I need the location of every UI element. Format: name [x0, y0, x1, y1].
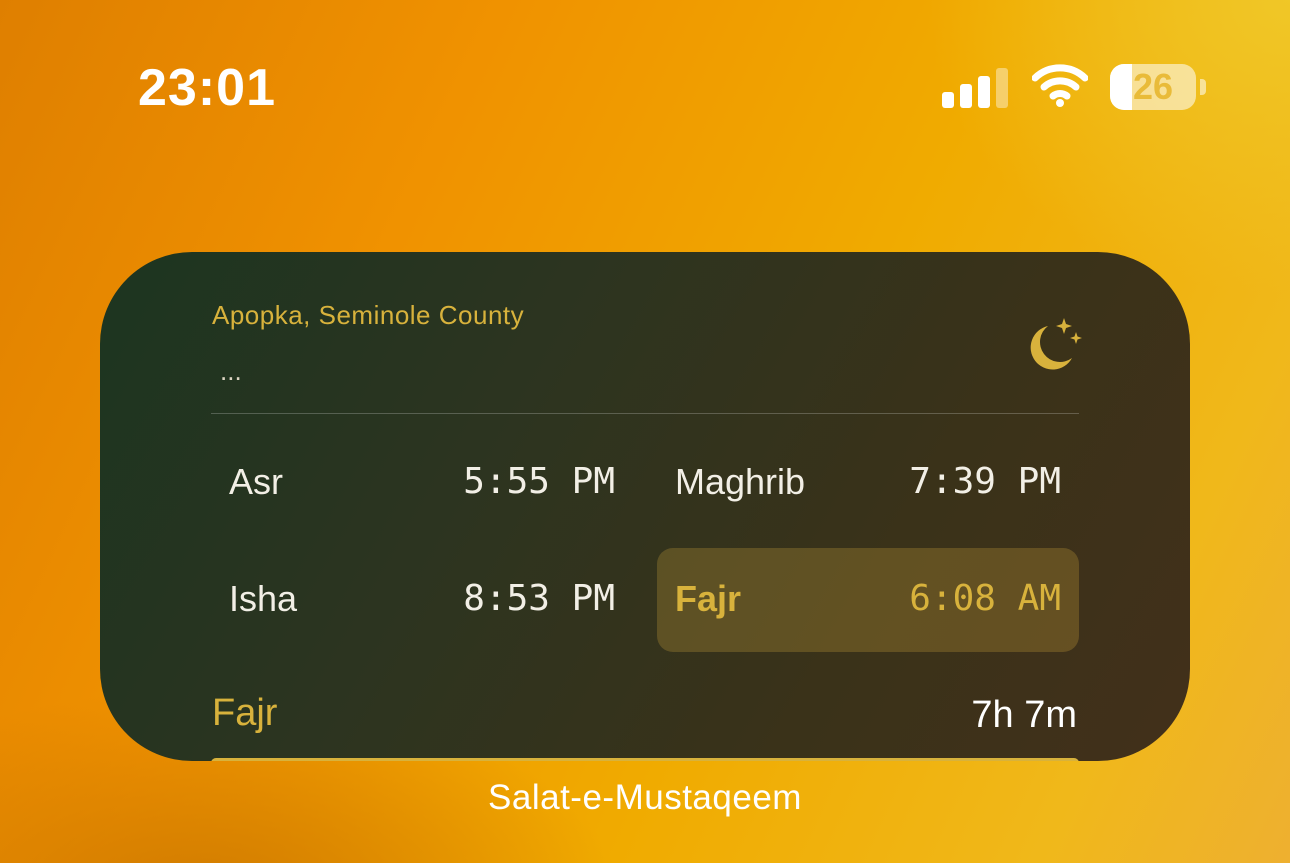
signal-bar — [960, 84, 972, 108]
prayer-name: Fajr — [675, 578, 742, 619]
signal-bar — [942, 92, 954, 108]
divider — [211, 413, 1079, 414]
prayer-cell-maghrib: Maghrib 7:39 PM — [657, 431, 1079, 535]
prayer-name: Isha — [229, 578, 298, 619]
wifi-icon — [1031, 64, 1089, 108]
widget-app-name: Salat-e-Mustaqeem — [488, 778, 802, 817]
status-time: 23:01 — [138, 59, 276, 117]
signal-bar — [996, 68, 1008, 108]
prayer-cell-asr: Asr 5:55 PM — [211, 431, 633, 535]
prayer-time: 7:39 PM — [909, 461, 1061, 502]
signal-bar — [978, 76, 990, 108]
progress-fill — [211, 758, 1079, 761]
battery-icon: 26 — [1110, 64, 1206, 110]
battery-nub — [1200, 79, 1206, 95]
prayer-name: Asr — [229, 461, 283, 502]
location-label: Apopka, Seminole County — [212, 300, 525, 330]
next-prayer-name: Fajr — [212, 692, 278, 734]
prayer-time: 5:55 PM — [463, 461, 615, 502]
prayer-name: Maghrib — [675, 461, 806, 502]
prayer-time: 6:08 AM — [909, 578, 1061, 619]
next-prayer-countdown: 7h 7m — [971, 694, 1077, 736]
moon-stars-icon — [1026, 316, 1086, 376]
cellular-signal-icon — [942, 66, 1012, 108]
next-prayer-progress — [211, 758, 1079, 761]
battery-body: 26 — [1110, 64, 1196, 110]
prayer-cell-fajr: Fajr 6:08 AM — [657, 548, 1079, 652]
prayer-times-widget[interactable]: Apopka, Seminole County ... Asr 5:55 PM … — [100, 252, 1190, 761]
subtitle-ellipsis: ... — [220, 356, 242, 386]
battery-level: 26 — [1132, 66, 1174, 107]
prayer-cell-isha: Isha 8:53 PM — [211, 548, 633, 652]
prayer-time: 8:53 PM — [463, 578, 615, 619]
status-bar: 23:01 26 — [0, 0, 1290, 180]
